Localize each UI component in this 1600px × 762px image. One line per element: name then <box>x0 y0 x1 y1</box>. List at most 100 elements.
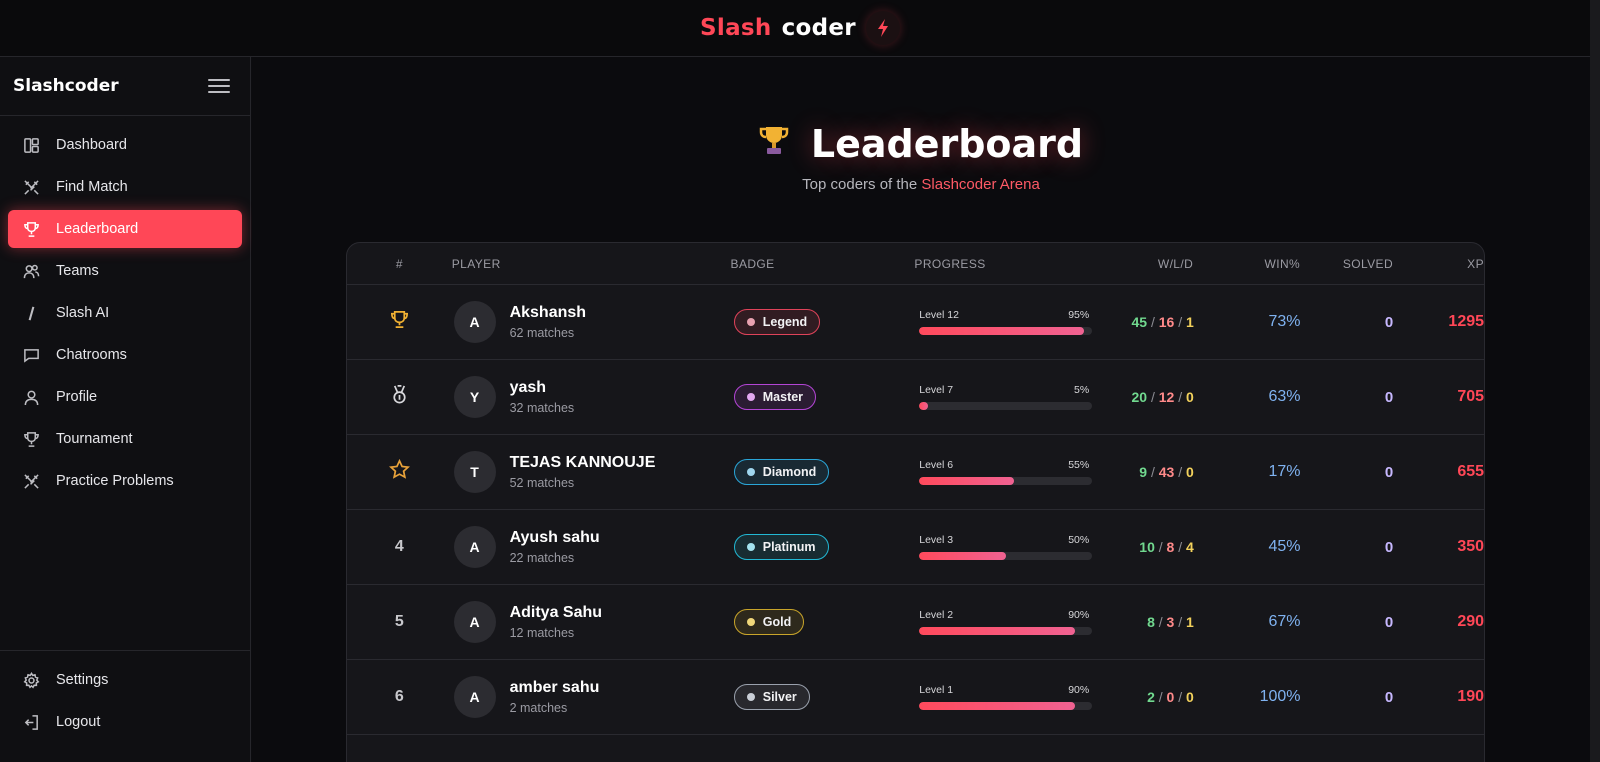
player-name[interactable]: amber sahu <box>510 679 600 697</box>
rank-cell <box>347 458 452 485</box>
sidebar-title: Slashcoder <box>13 76 119 96</box>
table-row[interactable]: T TEJAS KANNOUJE 52 matches Diamond Leve… <box>347 435 1484 510</box>
wins: 2 <box>1147 689 1155 705</box>
table-row[interactable]: 5 A Aditya Sahu 12 matches Gold Level 2 … <box>347 585 1484 660</box>
sidebar-item-find-match[interactable]: Find Match <box>8 168 242 206</box>
sidebar-item-leaderboard[interactable]: Leaderboard <box>8 210 242 248</box>
progress-fill <box>919 327 1084 335</box>
player-cell[interactable]: Y yash 32 matches <box>452 376 730 418</box>
player-name[interactable]: Ayush sahu <box>510 529 600 547</box>
sidebar-item-label: Practice Problems <box>56 473 174 489</box>
rank-badge: Legend <box>733 309 821 335</box>
rank-badge: Platinum <box>733 534 829 560</box>
table-row[interactable]: 6 A amber sahu 2 matches Silver Level 1 … <box>347 660 1484 735</box>
solved-count: 0 <box>1384 388 1394 406</box>
win-percent: 45% <box>1268 538 1301 555</box>
badge-label: Diamond <box>762 465 817 479</box>
sidebar-item-label: Tournament <box>56 431 133 447</box>
avatar: A <box>453 526 496 568</box>
lightning-icon <box>865 11 900 45</box>
badge-cell: Legend <box>730 309 913 335</box>
badge-cell: Master <box>730 384 913 410</box>
progress-fill <box>919 402 928 410</box>
col-xp[interactable]: XP <box>1393 257 1484 271</box>
player-name[interactable]: yash <box>510 379 575 397</box>
wld-cell: 20 / 12 / 0 <box>1131 389 1194 405</box>
player-matches: 62 matches <box>509 326 575 340</box>
draws: 4 <box>1186 539 1194 555</box>
sidebar-item-settings[interactable]: Settings <box>8 661 242 699</box>
rank-cell: 5 <box>347 613 452 631</box>
col-progress[interactable]: PROGRESS <box>914 257 1088 271</box>
player-info: amber sahu 2 matches <box>510 679 600 715</box>
swords-icon <box>22 178 40 196</box>
table-row[interactable]: 4 A Ayush sahu 22 matches Platinum Level… <box>347 510 1484 585</box>
player-matches: 22 matches <box>509 551 575 565</box>
progress-fill <box>919 702 1075 710</box>
sidebar-item-tournament[interactable]: Tournament <box>8 420 242 458</box>
progress-fill <box>919 552 1006 560</box>
draws: 1 <box>1186 614 1194 630</box>
brand-logo[interactable]: Slash coder <box>700 11 900 45</box>
col-win[interactable]: WIN% <box>1207 257 1300 271</box>
wld-cell: 2 / 0 / 0 <box>1147 689 1194 705</box>
xp-value: 705 <box>1457 388 1485 405</box>
wld-cell: 45 / 16 / 1 <box>1131 314 1194 330</box>
trophy-icon <box>22 220 40 238</box>
badge-cell: Platinum <box>730 534 913 560</box>
xp-value: 655 <box>1457 463 1485 480</box>
wins: 20 <box>1131 389 1148 405</box>
sidebar: Slashcoder Dashboard Find Match Leaderboar… <box>0 57 251 762</box>
sidebar-item-teams[interactable]: Teams <box>8 252 242 290</box>
sidebar-item-label: Teams <box>56 263 99 279</box>
draws: 0 <box>1186 389 1194 405</box>
xp-value: 350 <box>1457 538 1485 555</box>
solved-count: 0 <box>1384 313 1394 331</box>
trophy-icon <box>759 124 789 164</box>
hamburger-menu-icon[interactable] <box>208 77 230 95</box>
draws: 1 <box>1186 314 1194 330</box>
page-title: Leaderboard <box>759 122 1083 166</box>
player-name[interactable]: TEJAS KANNOUJE <box>510 454 656 472</box>
sidebar-item-label: Find Match <box>56 179 128 195</box>
scrollbar[interactable] <box>1590 0 1600 762</box>
player-cell[interactable]: A Ayush sahu 22 matches <box>452 526 730 568</box>
table-row[interactable]: Y yash 32 matches Master Level 7 5% 20 /… <box>347 360 1484 435</box>
col-wld[interactable]: W/L/D <box>1088 257 1207 271</box>
player-info: Akshansh 62 matches <box>510 304 586 340</box>
badge-label: Master <box>762 390 804 404</box>
player-name[interactable]: Akshansh <box>510 304 586 322</box>
col-rank[interactable]: # <box>347 257 452 271</box>
brand-word-slash: Slash <box>700 15 772 41</box>
sidebar-item-dashboard[interactable]: Dashboard <box>8 126 242 164</box>
rank-badge: Diamond <box>733 459 830 485</box>
sidebar-item-slash-ai[interactable]: Slash AI <box>8 294 242 332</box>
sidebar-item-profile[interactable]: Profile <box>8 378 242 416</box>
level-label: Level 6 <box>919 459 954 471</box>
leaderboard-table: # PLAYER BADGE PROGRESS W/L/D WIN% SOLVE… <box>346 242 1485 762</box>
col-badge[interactable]: BADGE <box>731 257 915 271</box>
table-row[interactable]: A Akshansh 62 matches Legend Level 12 95… <box>347 285 1484 360</box>
player-cell[interactable]: A amber sahu 2 matches <box>452 676 730 718</box>
col-solved[interactable]: SOLVED <box>1300 257 1393 271</box>
progress-cell: Level 12 95% <box>913 309 1093 335</box>
star-icon <box>388 458 410 485</box>
player-cell[interactable]: A Aditya Sahu 12 matches <box>452 601 730 643</box>
badge-dot-icon <box>746 618 755 626</box>
brand-word-coder: coder <box>781 15 856 41</box>
trophy-icon <box>389 309 410 335</box>
rank-number: 4 <box>394 538 404 555</box>
player-cell[interactable]: A Akshansh 62 matches <box>452 301 730 343</box>
player-name[interactable]: Aditya Sahu <box>510 604 602 622</box>
sidebar-item-chatrooms[interactable]: Chatrooms <box>8 336 242 374</box>
table-header: # PLAYER BADGE PROGRESS W/L/D WIN% SOLVE… <box>347 243 1484 285</box>
win-percent: 17% <box>1268 463 1301 480</box>
losses: 12 <box>1158 389 1175 405</box>
col-player[interactable]: PLAYER <box>452 257 731 271</box>
sidebar-item-logout[interactable]: Logout <box>8 703 242 741</box>
sidebar-item-practice-problems[interactable]: Practice Problems <box>8 462 242 500</box>
player-cell[interactable]: T TEJAS KANNOUJE 52 matches <box>452 451 730 493</box>
win-percent: 73% <box>1268 313 1301 330</box>
wins: 9 <box>1139 464 1148 480</box>
wins: 45 <box>1131 314 1148 330</box>
